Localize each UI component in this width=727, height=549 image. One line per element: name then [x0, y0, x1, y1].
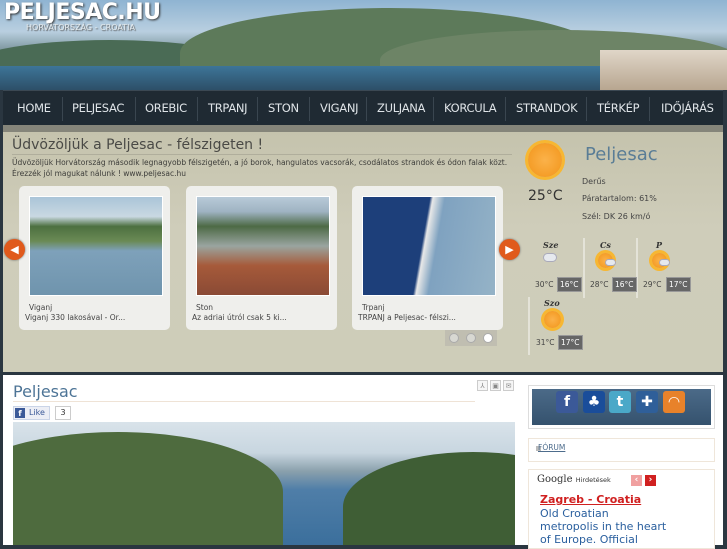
- forecast-low: 16°C: [612, 277, 637, 292]
- arrow-right-icon[interactable]: ▶: [499, 239, 520, 260]
- ads-label: Hirdetések: [575, 476, 611, 484]
- forecast-low: 17°C: [666, 277, 691, 292]
- forecast-low: 17°C: [558, 335, 583, 350]
- sun-icon: [528, 143, 562, 177]
- nav-trpanj[interactable]: TRPANJ: [208, 101, 248, 115]
- print-icon[interactable]: ▣: [490, 380, 501, 391]
- nav-peljesac[interactable]: PELJESAC: [72, 101, 124, 115]
- carousel-card[interactable]: Trpanj TRPANJ a Peljesac- félszi...: [352, 186, 503, 330]
- current-temperature: 25°C: [528, 188, 563, 204]
- card-desc: Viganj 330 lakosával - Or...: [25, 313, 126, 322]
- main-nav: HOME PELJESAC OREBIC TRPANJ STON VIGANJ …: [3, 90, 723, 125]
- forecast-low: 16°C: [557, 277, 582, 292]
- nav-terkep[interactable]: TÉRKÉP: [597, 101, 640, 115]
- nav-strandok[interactable]: STRANDOK: [516, 101, 578, 115]
- pdf-icon[interactable]: ⅄: [477, 380, 488, 391]
- pager-dot-2[interactable]: [466, 333, 476, 343]
- delicious-icon[interactable]: ✚: [636, 391, 658, 413]
- nav-korcula[interactable]: KORCULA: [444, 101, 497, 115]
- forecast-high: 29°C: [643, 280, 662, 289]
- forum-link[interactable]: FÓRUM: [538, 443, 565, 452]
- card-image[interactable]: [29, 196, 163, 296]
- weather-humidity: Páratartalom: 61%: [582, 194, 657, 203]
- facebook-icon[interactable]: f: [556, 391, 578, 413]
- email-icon[interactable]: ✉: [503, 380, 514, 391]
- thunderstorm-icon: [543, 253, 557, 262]
- sun-icon: [544, 311, 561, 328]
- nav-idojaras[interactable]: IDŐJÁRÁS: [661, 101, 714, 115]
- carousel-card[interactable]: Viganj Viganj 330 lakosával - Or...: [19, 186, 170, 330]
- google-ads-label: Google Hirdetések: [537, 474, 611, 485]
- forecast-high: 30°C: [535, 280, 554, 289]
- facebook-icon: f: [15, 408, 25, 418]
- forecast-high: 28°C: [590, 280, 609, 289]
- like-count: 3: [55, 406, 71, 420]
- forecast-day: Cs: [600, 240, 611, 250]
- carousel-card[interactable]: Ston Az adriai útról csak 5 ki...: [186, 186, 337, 330]
- card-desc: TRPANJ a Peljesac- félszi...: [358, 313, 456, 322]
- page-border: [723, 90, 727, 545]
- nav-zuljana[interactable]: ZULJANA: [377, 101, 425, 115]
- pager-dot-3[interactable]: [483, 333, 493, 343]
- nav-home[interactable]: HOME: [17, 101, 51, 115]
- weather-city: Peljesac: [585, 144, 658, 165]
- pager-dot-1[interactable]: [449, 333, 459, 343]
- ad-text: Old Croatian: [540, 507, 609, 520]
- nav-orebic[interactable]: OREBIC: [145, 101, 187, 115]
- card-desc: Az adriai útról csak 5 ki...: [192, 313, 287, 322]
- ad-title-link[interactable]: Zagreb - Croatia: [540, 493, 641, 506]
- forecast-day: Szo: [544, 298, 560, 308]
- chevron-left-icon[interactable]: ‹: [631, 475, 642, 486]
- site-subtitle: HORVÁTORSZÁG - CROATIA: [26, 23, 135, 32]
- divider: [13, 401, 475, 402]
- card-title[interactable]: Trpanj: [362, 303, 385, 312]
- chevron-right-icon[interactable]: ›: [645, 475, 656, 486]
- site-logo[interactable]: PELJESAC.HU: [4, 0, 161, 25]
- page-title: Peljesac: [13, 382, 78, 401]
- google-logo: Google: [537, 474, 573, 485]
- card-title[interactable]: Viganj: [29, 303, 52, 312]
- welcome-title: Üdvözöljük a Peljesac - félszigeten !: [12, 137, 264, 153]
- forecast-day: P: [656, 240, 663, 250]
- myspace-icon[interactable]: ♣: [583, 391, 605, 413]
- divider: [12, 154, 512, 155]
- forecast-high: 31°C: [536, 338, 555, 347]
- weather-wind: Szél: DK 26 km/ó: [582, 212, 651, 221]
- card-image[interactable]: [196, 196, 330, 296]
- forecast-day: Sze: [543, 240, 559, 250]
- weather-condition: Derűs: [582, 177, 606, 186]
- welcome-text-2: Érezzék jól magukat nálunk ! www.peljesa…: [12, 169, 187, 178]
- card-title[interactable]: Ston: [196, 303, 213, 312]
- nav-strip: [3, 125, 723, 132]
- welcome-text: Üdvözöljük Horvátország második legnagyo…: [12, 158, 508, 167]
- main-photo: [13, 422, 515, 545]
- ad-text: of Europe. Official: [540, 533, 638, 546]
- card-image[interactable]: [362, 196, 496, 296]
- arrow-left-icon[interactable]: ◀: [4, 239, 25, 260]
- rss-icon[interactable]: ◠: [663, 391, 685, 413]
- carousel-pager: [445, 330, 497, 346]
- twitter-icon[interactable]: t: [609, 391, 631, 413]
- nav-ston[interactable]: STON: [268, 101, 299, 115]
- nav-viganj[interactable]: VIGANJ: [320, 101, 359, 115]
- ad-text: metropolis in the heart: [540, 520, 667, 533]
